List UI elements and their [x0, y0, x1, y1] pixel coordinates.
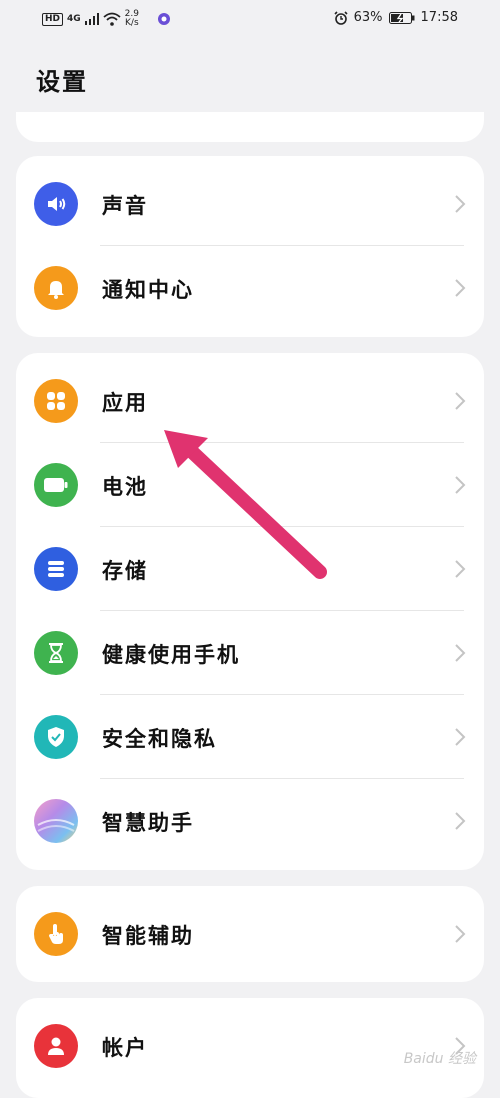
settings-item-label: 帐户	[102, 1036, 148, 1060]
settings-item-apps[interactable]: 应用	[16, 359, 484, 443]
page-title: 设置	[36, 68, 88, 96]
wifi-icon	[103, 12, 121, 26]
app-notification-icon	[158, 13, 170, 25]
signal-icon	[84, 13, 99, 25]
bell-icon	[34, 266, 78, 310]
battery-icon	[34, 463, 78, 507]
chevron-right-icon	[455, 728, 466, 746]
battery-percent: 63%	[353, 10, 383, 25]
network-speed: 2.9 K/s	[124, 9, 139, 28]
settings-item-sound[interactable]: 声音	[16, 162, 484, 246]
settings-item-label: 通知中心	[102, 278, 194, 302]
settings-item-label: 应用	[102, 391, 148, 415]
settings-item-battery[interactable]: 电池	[16, 443, 484, 527]
settings-item-smart-assistant[interactable]: 智慧助手	[16, 779, 484, 863]
hand-icon	[34, 912, 78, 956]
settings-item-accessibility[interactable]: 智能辅助	[16, 892, 484, 976]
settings-item-label: 存储	[102, 559, 148, 583]
user-icon	[34, 1024, 78, 1068]
chevron-right-icon	[455, 392, 466, 410]
settings-group-accessibility: 智能辅助	[16, 886, 484, 982]
apps-icon	[34, 379, 78, 423]
settings-group-main: 应用 电池 存储 健康使用手机 安全和隐私 智慧助手	[16, 353, 484, 870]
chevron-right-icon	[455, 644, 466, 662]
settings-item-label: 声音	[102, 194, 148, 218]
shield-icon	[34, 715, 78, 759]
chevron-right-icon	[455, 812, 466, 830]
settings-group-sound-notify: 声音 通知中心	[16, 156, 484, 337]
chevron-right-icon	[455, 925, 466, 943]
settings-item-digital-balance[interactable]: 健康使用手机	[16, 611, 484, 695]
settings-item-notification-center[interactable]: 通知中心	[16, 246, 484, 330]
settings-item-label: 安全和隐私	[102, 727, 217, 751]
status-bar: HD 4G 2.9 K/s 63% 17:58	[0, 0, 500, 40]
storage-icon	[34, 547, 78, 591]
chevron-right-icon	[455, 279, 466, 297]
chevron-right-icon	[455, 560, 466, 578]
settings-item-label: 电池	[102, 475, 148, 499]
battery-charging-icon	[388, 11, 415, 24]
network-type: 4G	[67, 14, 81, 24]
hourglass-icon	[34, 631, 78, 675]
hd-badge: HD	[42, 12, 64, 26]
speaker-icon	[34, 182, 78, 226]
clock: 17:58	[420, 10, 458, 25]
watermark: Baidu 经验	[403, 1051, 476, 1067]
alarm-icon	[334, 10, 348, 25]
settings-item-label: 智慧助手	[102, 811, 194, 835]
assistant-icon	[34, 799, 78, 843]
settings-item-label: 健康使用手机	[102, 643, 240, 667]
settings-item-security-privacy[interactable]: 安全和隐私	[16, 695, 484, 779]
chevron-right-icon	[455, 476, 466, 494]
settings-item-account[interactable]: 帐户	[16, 1004, 484, 1088]
chevron-right-icon	[455, 195, 466, 213]
settings-item-storage[interactable]: 存储	[16, 527, 484, 611]
settings-card-partial	[16, 112, 484, 142]
settings-item-label: 智能辅助	[102, 924, 194, 948]
